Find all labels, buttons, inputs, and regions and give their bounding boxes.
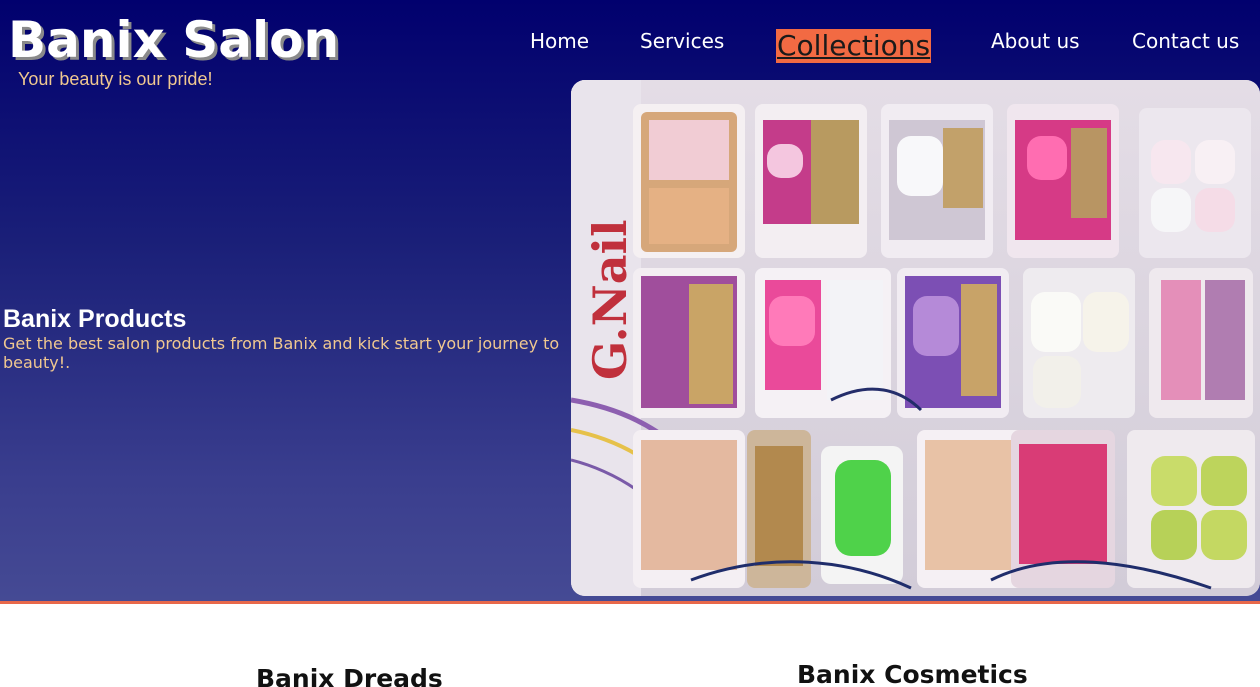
nav-services-link[interactable]: Services (640, 28, 724, 54)
nav-contact-link[interactable]: Contact us (1132, 28, 1239, 54)
promo-text: Get the best salon products from Banix a… (3, 334, 560, 372)
section-heading-cosmetics: Banix Cosmetics (797, 660, 1028, 687)
brand-tagline: Your beauty is our pride! (18, 69, 213, 89)
nav-collections-link[interactable]: Collections (776, 29, 932, 63)
hero-divider (0, 601, 1260, 604)
nav-home-link[interactable]: Home (530, 28, 589, 54)
promo-title: Banix Products (3, 305, 187, 333)
main-nav: Home Services Collections About us Conta… (0, 28, 1260, 68)
nav-about-link[interactable]: About us (991, 28, 1080, 54)
section-heading-dreads: Banix Dreads (256, 664, 443, 687)
gnail-brand-text: G.Nail (583, 220, 637, 380)
product-image: G.Nail (571, 80, 1260, 596)
